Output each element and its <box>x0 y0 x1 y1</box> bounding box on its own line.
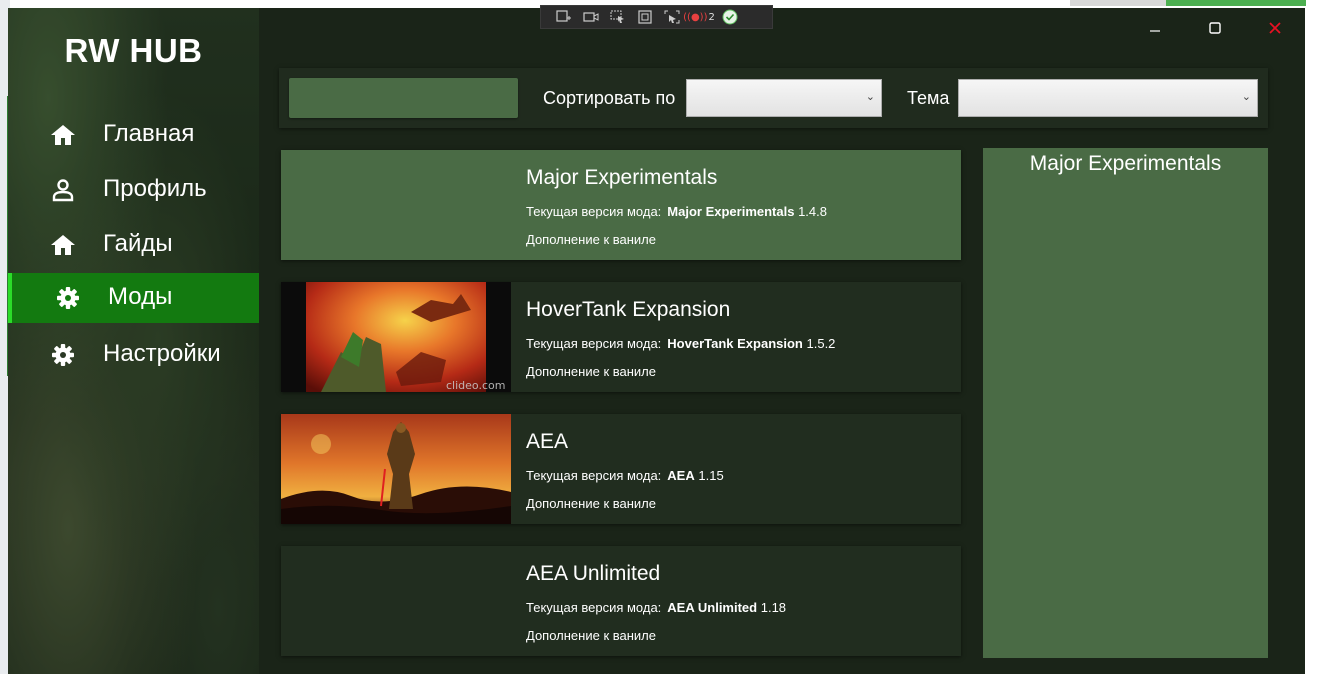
app-window: RW HUB Главная Профиль Гайды Моды Настро… <box>8 8 1305 674</box>
recorder-region-button[interactable] <box>663 9 681 25</box>
window-capture-icon <box>638 10 652 24</box>
home-icon <box>51 125 75 145</box>
image-watermark: clideo.com <box>446 379 505 392</box>
close-button[interactable] <box>1255 16 1295 40</box>
video-camera-icon <box>583 12 599 22</box>
close-icon <box>1269 22 1281 34</box>
mod-version-name: Major Experimentals <box>667 204 795 219</box>
recorder-add-button[interactable] <box>555 9 573 25</box>
filter-bar: Сортировать по ⌄ Тема ⌄ <box>279 68 1268 128</box>
mod-version-label: Текущая версия мода: <box>526 468 662 483</box>
mod-version-label: Текущая версия мода: <box>526 600 662 615</box>
mod-image-aea <box>281 414 511 524</box>
mod-version-number: 1.4.8 <box>798 204 827 219</box>
minimize-button[interactable] <box>1135 16 1175 40</box>
sidebar-item-guides[interactable]: Гайды <box>8 220 259 270</box>
sort-label: Сортировать по <box>543 88 676 108</box>
maximize-icon <box>1209 22 1221 34</box>
mod-title: AEA <box>526 430 569 453</box>
user-icon <box>52 179 74 202</box>
theme-select[interactable]: ⌄ <box>958 79 1258 117</box>
mod-version: Текущая версия мода: AEA Unlimited 1.18 <box>526 600 786 615</box>
detail-title: Major Experimentals <box>1029 152 1222 175</box>
sidebar-item-label: Настройки <box>103 340 221 367</box>
broadcast-icon: ((●)) <box>683 11 708 23</box>
mod-thumbnail <box>281 150 511 260</box>
mod-type: Дополнение к ваниле <box>526 496 656 511</box>
gear-icon <box>52 344 74 366</box>
mod-title: Major Experimentals <box>526 166 718 189</box>
theme-label: Тема <box>907 88 950 108</box>
mod-version-label: Текущая версия мода: <box>526 336 662 351</box>
main-content: Сортировать по ⌄ Тема ⌄ Major Experiment… <box>259 8 1305 674</box>
mod-image-hovertank: clideo.com <box>281 282 511 392</box>
mod-type: Дополнение к ваниле <box>526 364 656 379</box>
home-icon <box>51 235 75 255</box>
recorder-badge[interactable]: ((●)) 2 <box>683 9 715 25</box>
mod-version: Текущая версия мода: AEA 1.15 <box>526 468 724 483</box>
desktop-background-top <box>1070 0 1166 6</box>
mod-detail-panel: Major Experimentals <box>983 148 1268 658</box>
mod-type: Дополнение к ваниле <box>526 232 656 247</box>
mod-version-name: AEA Unlimited <box>667 600 758 615</box>
sidebar-item-settings[interactable]: Настройки <box>8 330 259 380</box>
mod-version: Текущая версия мода: HoverTank Expansion … <box>526 336 835 351</box>
sidebar-item-label: Моды <box>108 283 173 310</box>
mod-card[interactable]: AEA Unlimited Текущая версия мода: AEA Un… <box>281 546 961 656</box>
recorder-select-button[interactable] <box>609 9 627 25</box>
sidebar-item-label: Гайды <box>103 230 173 257</box>
desktop-window-edge-top <box>1166 0 1306 6</box>
sidebar-item-label: Профиль <box>103 175 207 202</box>
sidebar-item-home[interactable]: Главная <box>8 110 259 160</box>
sidebar-item-profile[interactable]: Профиль <box>8 165 259 215</box>
sidebar-item-mods[interactable]: Моды <box>8 273 259 323</box>
maximize-button[interactable] <box>1195 16 1235 40</box>
chevron-down-icon: ⌄ <box>1241 90 1251 103</box>
mod-card[interactable]: Major Experimentals Текущая версия мода:… <box>281 150 961 260</box>
sidebar-item-label: Главная <box>103 120 195 147</box>
mod-card[interactable]: AEA Текущая версия мода: AEA 1.15 Дополне… <box>281 414 961 524</box>
mod-version-name: HoverTank Expansion <box>667 336 803 351</box>
mod-type: Дополнение к ваниле <box>526 628 656 643</box>
mod-title: HoverTank Expansion <box>526 298 731 321</box>
chevron-down-icon: ⌄ <box>865 90 875 103</box>
mod-version-name: AEA <box>667 468 695 483</box>
check-circle-icon <box>722 9 738 25</box>
cursor-select-icon <box>610 10 624 23</box>
mod-version-number: 1.15 <box>698 468 724 483</box>
mod-version: Текущая версия мода: Major Experimentals … <box>526 204 827 219</box>
mod-thumbnail <box>281 546 511 656</box>
mod-thumbnail <box>281 414 511 524</box>
sidebar: RW HUB Главная Профиль Гайды Моды Настро… <box>8 8 259 674</box>
search-input[interactable] <box>289 78 518 118</box>
mod-card[interactable]: clideo.com HoverTank Expansion Текущая в… <box>281 282 961 392</box>
sort-select[interactable]: ⌄ <box>686 79 882 117</box>
mod-version-number: 1.18 <box>760 600 787 615</box>
recorder-video-button[interactable] <box>582 9 600 25</box>
mod-title: AEA Unlimited <box>526 562 661 585</box>
app-title: RW HUB <box>64 32 203 69</box>
mod-thumbnail: clideo.com <box>281 282 511 392</box>
screen-recorder-toolbar: ((●)) 2 <box>540 5 773 29</box>
region-cursor-icon <box>664 10 680 24</box>
gear-icon <box>57 287 79 309</box>
add-region-icon <box>556 10 571 22</box>
recorder-confirm-button[interactable] <box>721 9 739 25</box>
mod-version-number: 1.5.2 <box>806 336 836 351</box>
recorder-badge-count: 2 <box>708 11 715 23</box>
minimize-icon <box>1150 30 1160 32</box>
mod-version-label: Текущая версия мода: <box>526 204 662 219</box>
recorder-window-button[interactable] <box>636 9 654 25</box>
